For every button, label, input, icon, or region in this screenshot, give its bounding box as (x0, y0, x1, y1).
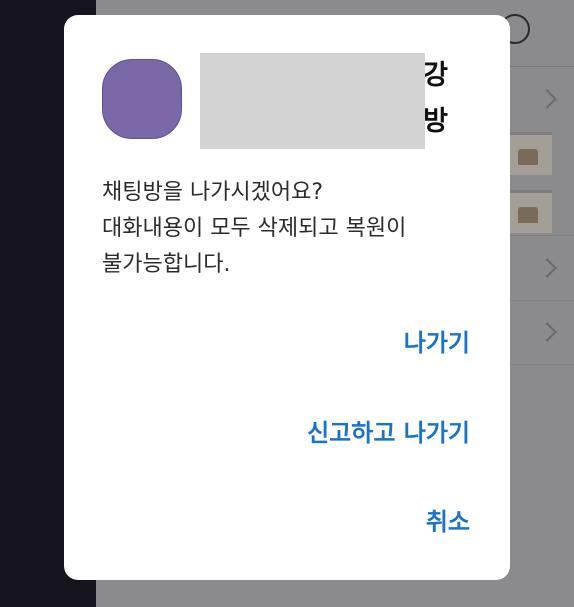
message-line: 대화내용이 모두 삭제되고 복원이 (102, 216, 407, 241)
cancel-button[interactable]: 취소 (426, 506, 470, 538)
chat-avatar (102, 59, 182, 139)
report-and-leave-button[interactable]: 신고하고 나가기 (307, 417, 470, 449)
dialog-message: 채팅방을 나가시겠어요? 대화내용이 모두 삭제되고 복원이 불가능합니다. (102, 175, 482, 283)
message-line: 불가능합니다. (102, 252, 231, 277)
message-line: 채팅방을 나가시겠어요? (102, 180, 324, 205)
leave-chat-dialog: 강 방 채팅방을 나가시겠어요? 대화내용이 모두 삭제되고 복원이 불가능합니… (64, 15, 510, 580)
leave-button[interactable]: 나가기 (404, 327, 470, 359)
thumbnail-image (510, 190, 552, 233)
chat-name: 강 방 (200, 53, 448, 149)
name-redaction (200, 53, 425, 149)
screen: 강 방 채팅방을 나가시겠어요? 대화내용이 모두 삭제되고 복원이 불가능합니… (0, 0, 574, 607)
thumbnail-image (510, 132, 552, 175)
